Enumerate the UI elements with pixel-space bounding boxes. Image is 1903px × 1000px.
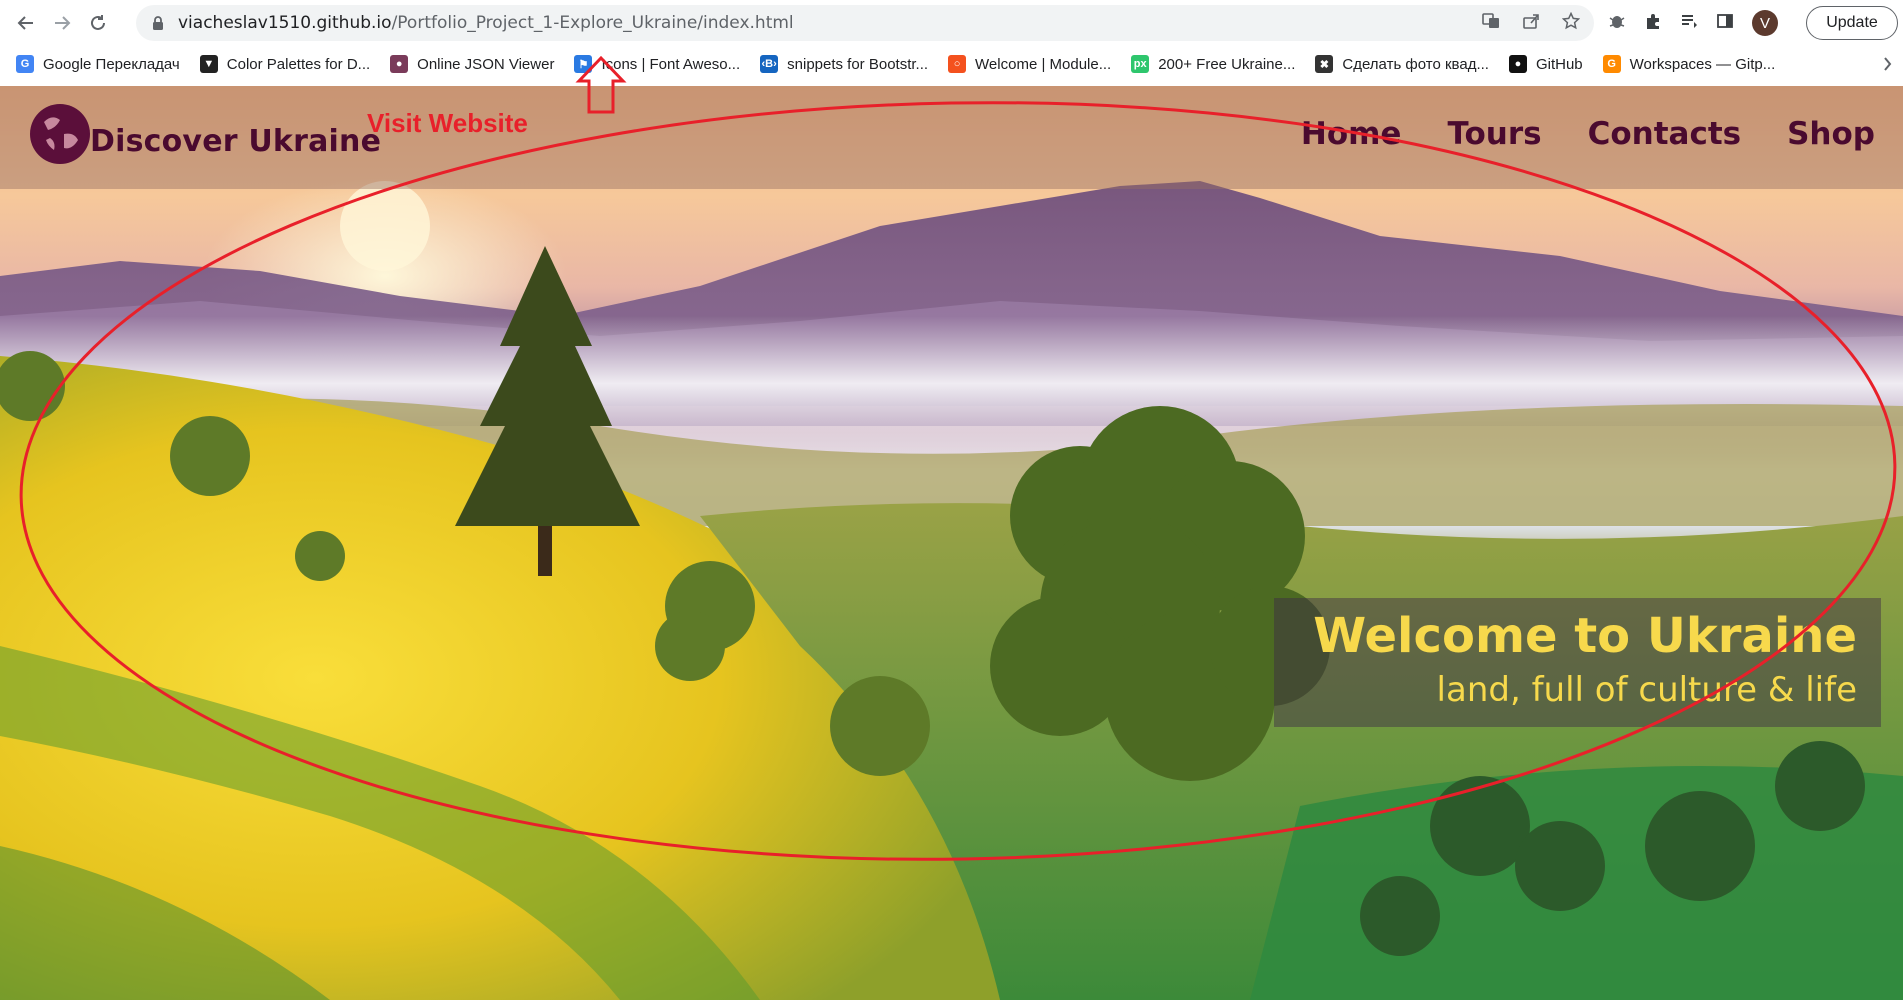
nav-home[interactable]: Home	[1301, 116, 1402, 152]
reload-icon[interactable]	[80, 5, 116, 41]
url-host: viacheslav1510.github.io	[178, 13, 392, 33]
bookmark-label: Google Перекладач	[43, 55, 180, 73]
google-translate-icon: G	[16, 55, 34, 73]
bookmark-label: Welcome | Module...	[975, 55, 1112, 73]
bookmark-label: Color Palettes for D...	[226, 55, 371, 73]
bookmark-item[interactable]: ● GitHub	[1508, 55, 1583, 73]
puzzle-extensions-icon[interactable]	[1644, 12, 1662, 35]
module-icon: ○	[948, 55, 967, 73]
bookmark-item[interactable]: G Workspaces — Gitp...	[1602, 55, 1776, 73]
main-navigation: Home Tours Contacts Shop	[1301, 116, 1875, 152]
visit-website-annotation: Visit Website	[367, 108, 528, 138]
bookmark-label: snippets for Bootstr...	[787, 55, 929, 73]
bookmark-label: 200+ Free Ukraine...	[1158, 55, 1296, 73]
nav-contacts[interactable]: Contacts	[1588, 116, 1742, 152]
update-button[interactable]: Update	[1806, 6, 1898, 40]
url-path: /Portfolio_Project_1-Explore_Ukraine/ind…	[391, 13, 794, 33]
site-header: Discover Ukraine Home Tours Contacts Sho…	[0, 86, 1903, 189]
extensions-area: V	[1608, 5, 1778, 41]
globe-logo-icon[interactable]	[30, 104, 90, 164]
back-arrow-icon[interactable]	[8, 5, 44, 41]
font-awesome-flag-icon: ⚑	[574, 55, 593, 73]
bookmark-star-icon[interactable]	[1561, 11, 1581, 35]
nav-tours[interactable]: Tours	[1447, 116, 1541, 152]
hero-landscape-image: Discover Ukraine Home Tours Contacts Sho…	[0, 86, 1903, 1000]
bookmark-label: GitHub	[1535, 55, 1583, 73]
bookmark-item[interactable]: ✖ Сделать фото квад...	[1315, 55, 1489, 73]
hero-subtitle: land, full of culture & life	[1436, 670, 1857, 710]
hero-title: Welcome to Ukraine	[1313, 608, 1857, 664]
github-icon: ●	[1508, 55, 1527, 73]
pixabay-icon: px	[1131, 55, 1150, 73]
share-icon[interactable]	[1522, 12, 1540, 35]
bookmark-item[interactable]: ▼ Color Palettes for D...	[199, 55, 371, 73]
side-panel-icon[interactable]	[1716, 12, 1734, 35]
bootstrap-snippets-icon: ‹B›	[760, 55, 779, 73]
mountain-scenery	[0, 181, 1903, 1000]
gitpod-icon: G	[1602, 55, 1621, 73]
nav-shop[interactable]: Shop	[1787, 116, 1875, 152]
browser-toolbar: viacheslav1510.github.io/Portfolio_Proje…	[0, 0, 1903, 46]
tools-icon: ✖	[1315, 55, 1334, 73]
bookmark-item[interactable]: ⚑ Icons | Font Aweso...	[574, 55, 740, 73]
bookmark-label: Online JSON Viewer	[417, 55, 555, 73]
bookmark-label: Icons | Font Aweso...	[601, 55, 741, 73]
bookmark-item[interactable]: ‹B› snippets for Bootstr...	[760, 55, 928, 73]
bookmark-item[interactable]: ○ Welcome | Module...	[948, 55, 1111, 73]
page-viewport: Discover Ukraine Home Tours Contacts Sho…	[0, 86, 1903, 1000]
bookmark-label: Workspaces — Gitp...	[1629, 55, 1776, 73]
welcome-banner: Welcome to Ukraine land, full of culture…	[1274, 598, 1881, 727]
bookmark-item[interactable]: px 200+ Free Ukraine...	[1131, 55, 1295, 73]
bookmark-item[interactable]: ● Online JSON Viewer	[390, 55, 554, 73]
bookmarks-overflow-icon[interactable]	[1883, 56, 1893, 77]
bookmarks-bar: G Google Перекладач ▼ Color Palettes for D.…	[0, 46, 1903, 82]
media-queue-icon[interactable]	[1680, 12, 1698, 35]
json-viewer-icon: ●	[390, 55, 409, 73]
lock-icon[interactable]	[150, 15, 166, 31]
url-text[interactable]: viacheslav1510.github.io/Portfolio_Proje…	[178, 13, 794, 33]
bug-extension-icon[interactable]	[1608, 12, 1626, 35]
profile-avatar[interactable]: V	[1752, 10, 1778, 36]
brand-name[interactable]: Discover Ukraine	[90, 124, 381, 159]
address-bar[interactable]: viacheslav1510.github.io/Portfolio_Proje…	[136, 5, 1594, 41]
translate-icon[interactable]	[1482, 12, 1500, 35]
color-palettes-icon: ▼	[199, 55, 218, 73]
bookmark-item[interactable]: G Google Перекладач	[16, 55, 180, 73]
bookmark-label: Сделать фото квад...	[1342, 55, 1489, 73]
forward-arrow-icon[interactable]	[44, 5, 80, 41]
